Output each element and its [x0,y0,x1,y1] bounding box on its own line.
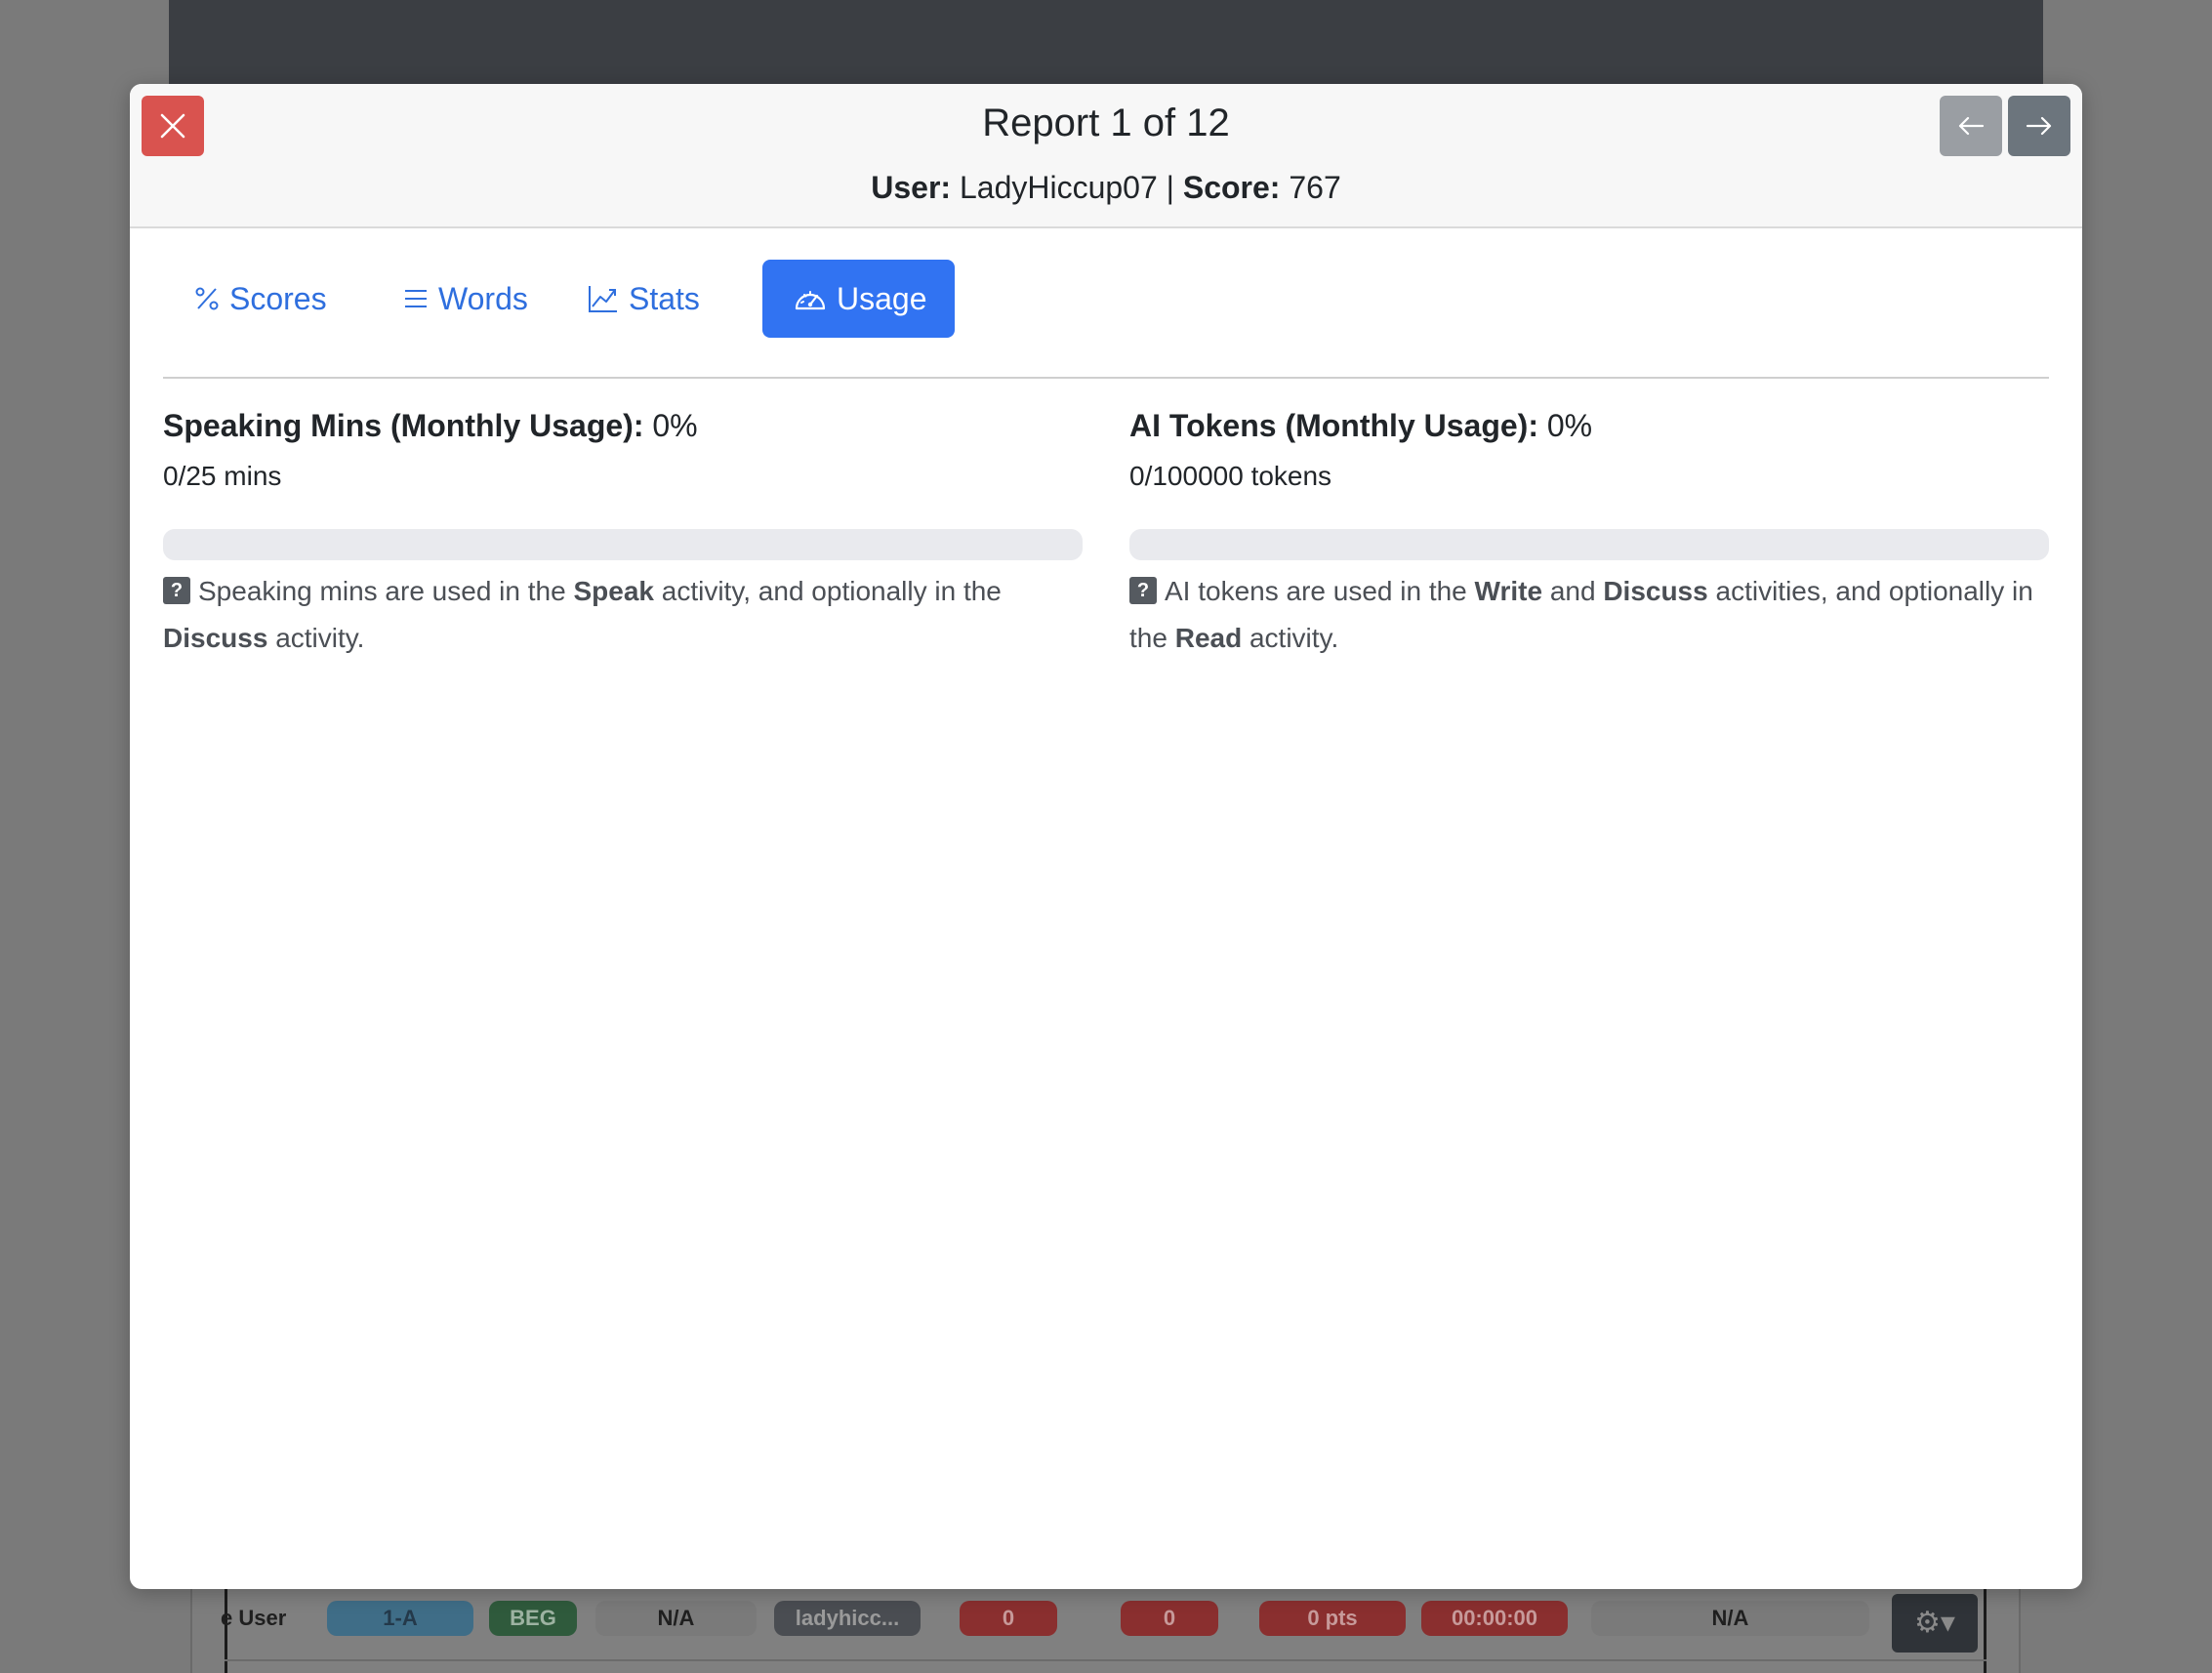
tab-stats[interactable]: Stats [556,260,724,338]
tokens-usage-amount: 0/100000 tokens [1129,461,1332,491]
help-activity-write: Write [1474,576,1543,606]
tab-usage[interactable]: Usage [762,260,955,338]
background-username-badge: ladyhicc... [774,1601,921,1636]
tab-label: Usage [837,281,927,316]
speaking-usage-amount: 0/25 mins [163,461,282,491]
user-label: User: [871,170,952,205]
help-icon: ? [1129,577,1157,604]
speaking-usage-label: Speaking Mins (Monthly Usage): [163,408,644,443]
percent-icon [195,287,219,310]
help-text: and [1549,576,1596,606]
speaking-usage-progress-bar [163,529,1083,560]
background-user-cell: e User [221,1606,287,1630]
arrow-right-icon [2026,116,2052,136]
previous-report-button[interactable] [1940,96,2002,156]
tab-label: Scores [229,281,327,316]
speaking-usage-heading: Speaking Mins (Monthly Usage): 0% [163,404,1083,447]
tokens-usage-heading: AI Tokens (Monthly Usage): 0% [1129,404,2049,447]
background-level-badge: BEG [489,1601,577,1636]
score-label: Score: [1182,170,1281,205]
help-activity-discuss: Discuss [1603,576,1708,606]
speaking-usage-panel: Speaking Mins (Monthly Usage): 0% 0/25 m… [163,404,1083,662]
report-subtitle: User: LadyHiccup07 | Score: 767 [130,170,2082,206]
line-chart-icon [589,285,617,312]
modal-header: Report 1 of 12 User: LadyHiccup07 | Scor… [130,84,2082,228]
user-value: LadyHiccup07 [959,170,1158,205]
background-row-divider [225,1659,1987,1661]
report-modal: Report 1 of 12 User: LadyHiccup07 | Scor… [130,84,2082,1589]
speedometer-icon [795,290,826,309]
tokens-usage-panel: AI Tokens (Monthly Usage): 0% 0/100000 t… [1129,404,2049,662]
help-text: activity. [275,623,365,653]
tokens-usage-percent: 0% [1546,408,1593,443]
separator: | [1166,170,1174,205]
help-icon: ? [163,577,190,604]
list-icon [405,289,427,307]
background-count-badge: 0 [960,1601,1057,1636]
report-tabs: Scores Words Stats Usage [163,260,2049,379]
background-na-cell: N/A [595,1601,757,1636]
tokens-usage-progress-bar [1129,529,2049,560]
background-class-badge: 1-A [327,1601,473,1636]
tokens-usage-label: AI Tokens (Monthly Usage): [1129,408,1538,443]
report-title: Report 1 of 12 [982,102,1230,144]
tab-words[interactable]: Words [372,260,555,338]
tokens-usage-help: ? AI tokens are used in the Write and Dis… [1129,568,2049,662]
help-activity-discuss: Discuss [163,623,268,653]
background-time-badge: 00:00:00 [1421,1601,1568,1636]
help-text: AI tokens are used in the [1165,576,1467,606]
background-na-cell: N/A [1591,1601,1869,1636]
background-points-badge: 0 pts [1259,1601,1406,1636]
tab-label: Words [438,281,528,316]
speaking-usage-help: ? Speaking mins are used in the Speak act… [163,568,1083,662]
tab-scores[interactable]: Scores [163,260,356,338]
score-value: 767 [1289,170,1341,205]
gear-icon: ⚙▾ [1914,1607,1955,1639]
speaking-usage-percent: 0% [652,408,698,443]
help-text: activity, and optionally in the [661,576,1002,606]
background-settings-button: ⚙▾ [1892,1594,1978,1653]
tab-label: Stats [629,281,700,316]
help-text: Speaking mins are used in the [198,576,566,606]
background-count-badge: 0 [1121,1601,1218,1636]
help-activity-speak: Speak [573,576,654,606]
arrow-left-icon [1958,116,1985,136]
help-activity-read: Read [1174,623,1243,653]
help-text: activity. [1249,623,1339,653]
next-report-button[interactable] [2008,96,2070,156]
